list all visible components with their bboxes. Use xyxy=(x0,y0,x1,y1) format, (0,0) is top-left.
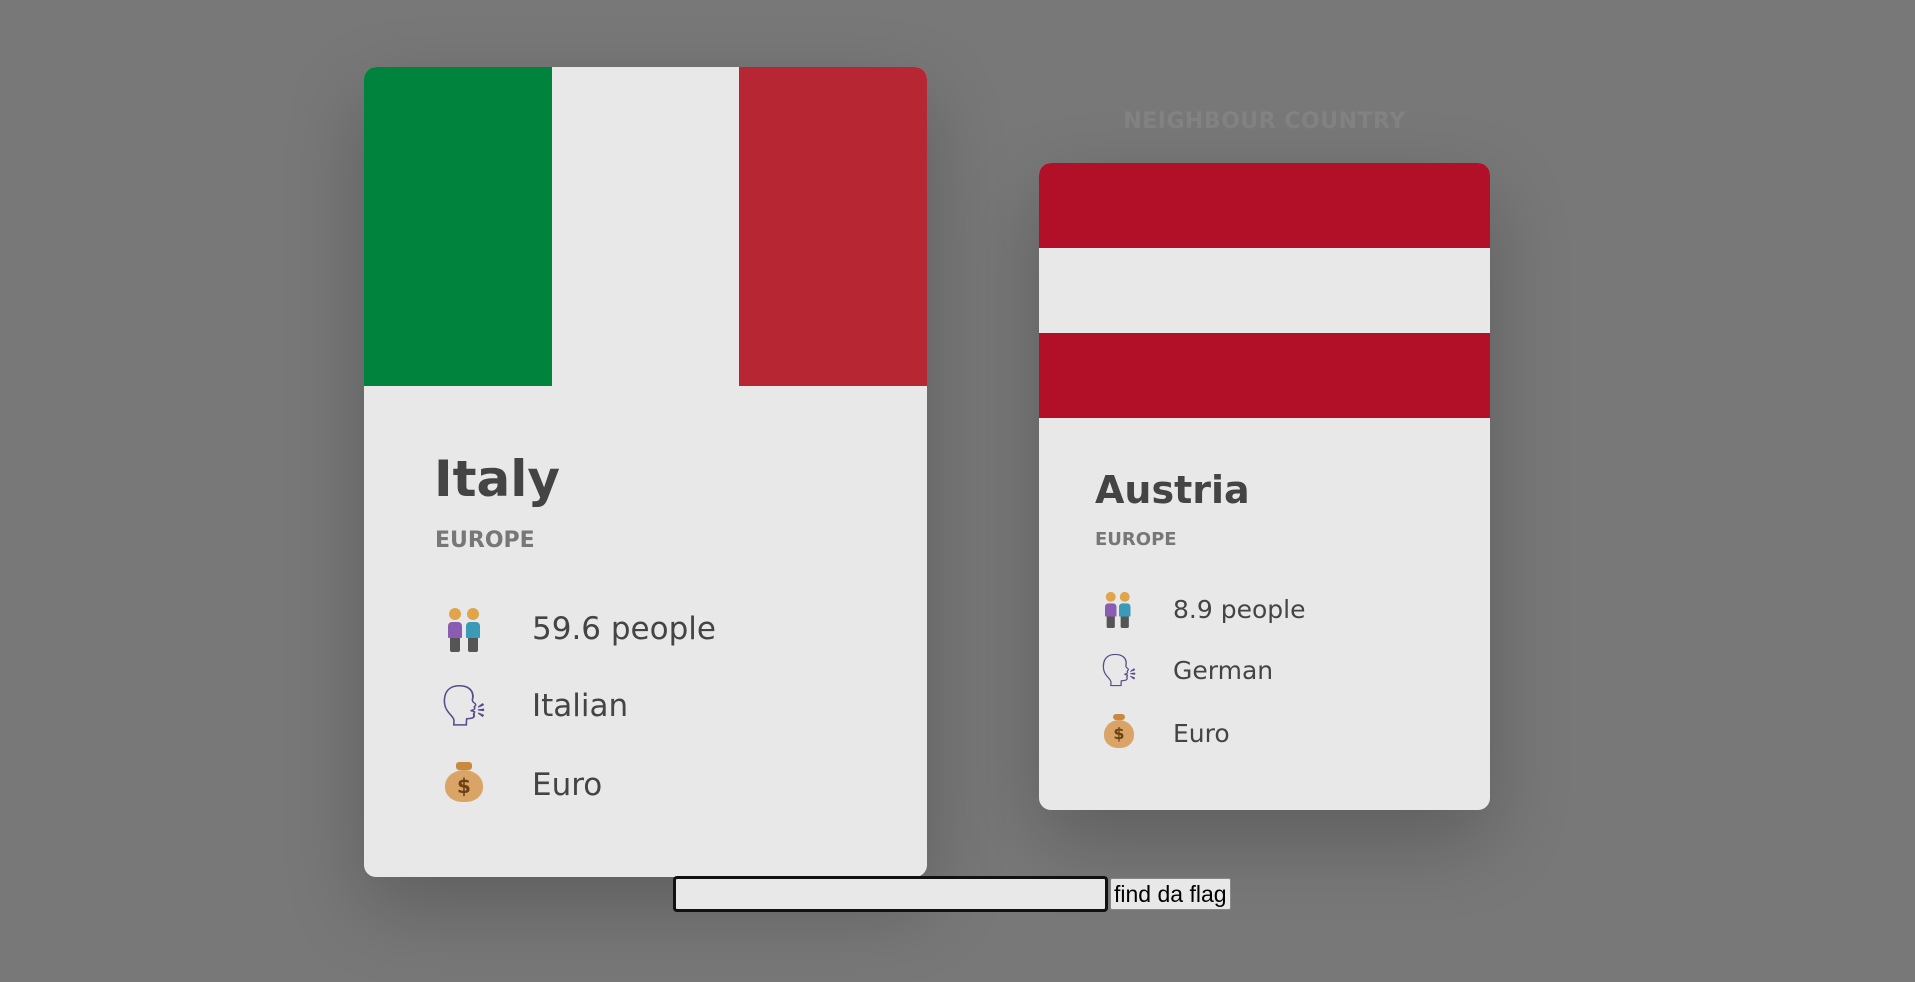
population-row: 59.6 people xyxy=(434,606,716,652)
people-icon xyxy=(434,606,494,652)
neighbour-heading: Neighbour country xyxy=(1123,109,1406,134)
people-icon xyxy=(1095,590,1143,628)
currency-row: $ Euro xyxy=(1095,714,1230,752)
currency-row: $ Euro xyxy=(434,762,602,808)
money-bag-icon: $ xyxy=(434,762,494,808)
find-flag-button[interactable]: find da flag xyxy=(1110,878,1231,910)
flag-stripe xyxy=(739,67,927,386)
country-card-main: Italy Europe 59.6 people 🗣 Italian $ Eur… xyxy=(364,67,927,877)
search-form: find da flag xyxy=(673,876,1231,912)
language-text: German xyxy=(1173,655,1274,685)
country-region: Europe xyxy=(1095,529,1177,550)
population-text: 59.6 people xyxy=(532,611,716,647)
speaking-head-icon: 🗣 xyxy=(1098,651,1140,689)
country-name: Austria xyxy=(1095,468,1250,512)
currency-text: Euro xyxy=(532,767,603,803)
currency-text: Euro xyxy=(1173,718,1230,748)
population-text: 8.9 people xyxy=(1173,594,1306,624)
country-search-input[interactable] xyxy=(673,876,1108,912)
speaking-head-icon: 🗣 xyxy=(438,683,490,729)
country-name: Italy xyxy=(434,450,560,508)
language-row: 🗣 German xyxy=(1095,654,1273,686)
country-flag xyxy=(364,67,927,386)
population-row: 8.9 people xyxy=(1095,590,1305,628)
page: Italy Europe 59.6 people 🗣 Italian $ Eur… xyxy=(0,0,1915,982)
country-flag xyxy=(1039,163,1490,418)
flag-stripe xyxy=(1039,248,1490,333)
flag-stripe xyxy=(551,67,740,386)
flag-stripe xyxy=(1039,163,1490,248)
country-card-neighbour: Austria Europe 8.9 people 🗣 German $ Eur… xyxy=(1039,163,1490,810)
country-region: Europe xyxy=(435,528,535,553)
flag-stripe xyxy=(364,67,552,386)
language-text: Italian xyxy=(532,688,629,724)
language-row: 🗣 Italian xyxy=(434,683,629,729)
flag-stripe xyxy=(1039,333,1490,418)
money-bag-icon: $ xyxy=(1095,714,1143,752)
